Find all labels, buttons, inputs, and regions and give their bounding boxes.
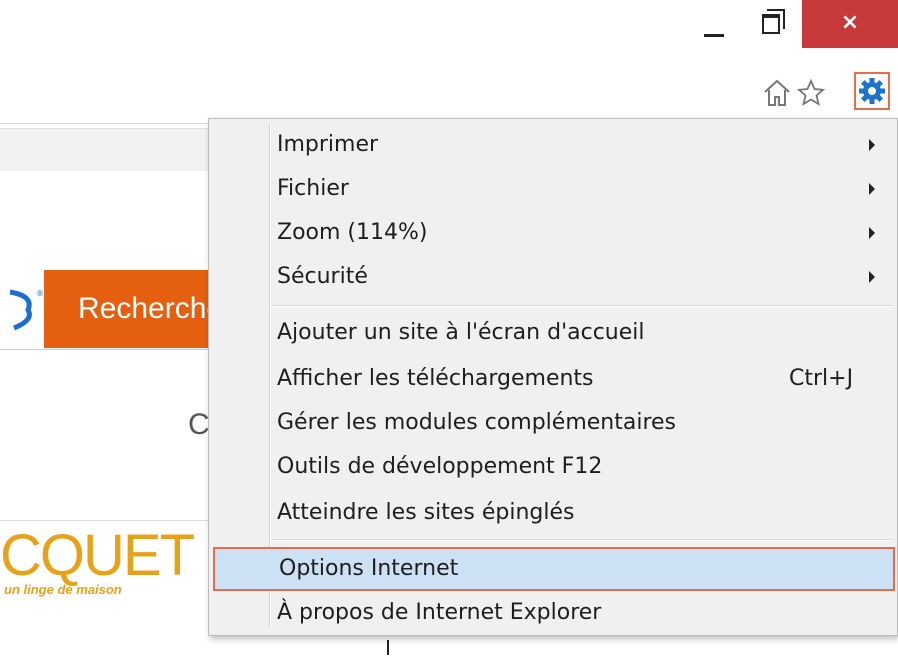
submenu-arrow-icon [869, 271, 875, 283]
menu-item-label: Fichier [277, 176, 349, 201]
menu-item-view-downloads[interactable]: Afficher les téléchargements Ctrl+J [209, 357, 897, 401]
menu-item-label: Outils de développement F12 [277, 454, 603, 479]
menu-item-manage-addons[interactable]: Gérer les modules complémentaires [209, 401, 897, 445]
star-icon[interactable] [796, 76, 826, 110]
menu-item-label: Gérer les modules complémentaires [277, 410, 677, 435]
page-logo[interactable]: CQUET [0, 522, 195, 589]
menu-item-security[interactable]: Sécurité [209, 255, 897, 299]
menu-item-label: Options Internet [279, 556, 459, 581]
page-toolbar-strip [0, 128, 210, 171]
toolbar-divider [0, 123, 210, 124]
page-divider [387, 640, 389, 655]
maximize-button[interactable] [750, 4, 798, 48]
submenu-arrow-icon [869, 227, 875, 239]
menu-item-label: Sécurité [277, 264, 368, 289]
home-icon[interactable] [762, 76, 792, 110]
menu-item-print[interactable]: Imprimer [209, 123, 897, 167]
menu-separator [271, 305, 893, 307]
menu-item-label: Ajouter un site à l'écran d'accueil [277, 320, 645, 345]
menu-item-label: Imprimer [277, 132, 379, 157]
menu-item-label: Zoom (114%) [277, 220, 428, 245]
title-bar: × [0, 0, 898, 62]
submenu-arrow-icon [869, 139, 875, 151]
tools-menu: Imprimer Fichier Zoom (114%) Sécurité Aj… [208, 118, 898, 636]
menu-item-file[interactable]: Fichier [209, 167, 897, 211]
restore-icon [762, 14, 780, 34]
submenu-arrow-icon [869, 183, 875, 195]
search-row-border [0, 349, 210, 350]
menu-item-label: Atteindre les sites épinglés [277, 500, 575, 525]
menu-item-label: Afficher les téléchargements [277, 366, 594, 391]
menu-item-zoom[interactable]: Zoom (114%) [209, 211, 897, 255]
menu-separator [271, 539, 893, 541]
menu-item-pinned-sites[interactable]: Atteindre les sites épinglés [209, 491, 897, 535]
svg-text:®: ® [36, 289, 44, 298]
close-icon: × [840, 10, 860, 35]
page-partial-text: C [188, 408, 210, 441]
page-search-button[interactable]: Recherche [44, 270, 214, 348]
minimize-button[interactable] [696, 4, 744, 48]
close-button[interactable]: × [802, 0, 898, 48]
gear-icon[interactable] [854, 72, 890, 110]
search-brand-logo: ® [0, 270, 44, 348]
menu-item-label: À propos de Internet Explorer [277, 600, 602, 625]
menu-item-internet-options[interactable]: Options Internet [213, 547, 895, 591]
menu-item-shortcut: Ctrl+J [789, 366, 854, 391]
menu-item-dev-tools[interactable]: Outils de développement F12 [209, 445, 897, 489]
page-logo-tagline: un linge de maison [4, 582, 122, 597]
menu-item-add-site-start[interactable]: Ajouter un site à l'écran d'accueil [209, 311, 897, 355]
menu-item-about-ie[interactable]: À propos de Internet Explorer [209, 591, 897, 635]
